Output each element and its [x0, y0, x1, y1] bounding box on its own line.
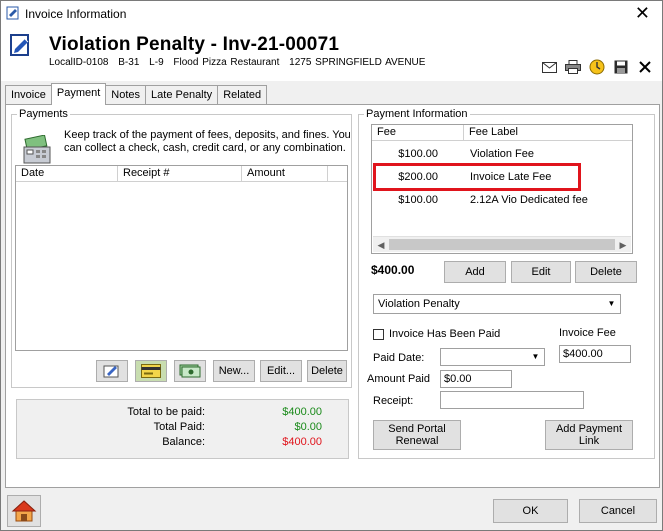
ok-button[interactable]: OK: [493, 499, 568, 523]
total-to-be-paid-value: $400.00: [282, 406, 322, 418]
invoice-subtitle: LocalID-0108 B-31 L-9 Flood Pizza Restau…: [49, 57, 431, 68]
payments-description: Keep track of the payment of fees, depos…: [64, 129, 351, 154]
balance-label: Balance:: [162, 436, 205, 448]
add-fee-button[interactable]: Add: [444, 261, 506, 283]
total-paid-label: Total Paid:: [153, 421, 205, 433]
save-icon[interactable]: [612, 58, 630, 76]
invoice-window: Invoice Information ✕ Violation Penalty …: [0, 0, 663, 531]
clock-icon[interactable]: [588, 58, 606, 76]
page-title: Violation Penalty - Inv-21-00071: [49, 34, 340, 55]
header-toolbar: [540, 58, 654, 76]
payments-list[interactable]: Date Receipt # Amount: [15, 165, 348, 351]
payments-list-header: Date Receipt # Amount: [16, 166, 347, 182]
fee-amount: $100.00: [398, 194, 438, 206]
fee-row-3[interactable]: $100.00 2.12A Vio Dedicated fee: [372, 189, 630, 211]
tab-payment[interactable]: Payment: [50, 83, 107, 105]
app-icon: [6, 6, 19, 20]
payment-tab-panel: Payments Keep track of the payment of fe…: [5, 104, 660, 488]
tab-strip: Invoice Payment Notes Late Penalty Relat…: [5, 83, 268, 105]
send-portal-renewal-button[interactable]: Send Portal Renewal: [373, 420, 461, 450]
lot-code: L-9: [149, 57, 164, 68]
cancel-button[interactable]: Cancel: [579, 499, 657, 523]
delete-payment-button[interactable]: Delete: [307, 360, 347, 382]
add-payment-link-button[interactable]: Add Payment Link: [545, 420, 633, 450]
window-close-icon[interactable]: ✕: [635, 3, 650, 23]
check-payment-button[interactable]: [96, 360, 128, 382]
close-icon[interactable]: [636, 58, 654, 76]
edit-fee-button[interactable]: Edit: [511, 261, 571, 283]
business-address: 1275 SPRINGFIELD AVENUE: [289, 57, 426, 68]
paid-date-label: Paid Date:: [373, 352, 425, 364]
total-paid-row: Total Paid: $0.00: [17, 421, 350, 435]
block-code: B-31: [118, 57, 140, 68]
title-bar: Invoice Information ✕: [1, 1, 662, 27]
cash-register-icon: [23, 135, 51, 164]
receipt-label: Receipt:: [373, 395, 414, 407]
fee-row-highlight: [373, 163, 581, 191]
payment-information-label: Payment Information: [364, 108, 470, 120]
total-to-be-paid-label: Total to be paid:: [127, 406, 205, 418]
paid-date-picker[interactable]: ▼: [440, 348, 545, 366]
invoice-paid-checkbox[interactable]: [373, 329, 384, 340]
column-receipt[interactable]: Receipt #: [118, 166, 242, 181]
total-to-be-paid-row: Total to be paid: $400.00: [17, 406, 350, 420]
scroll-right-icon[interactable]: ▶: [616, 238, 630, 252]
column-date[interactable]: Date: [16, 166, 118, 181]
balance-row: Balance: $400.00: [17, 436, 350, 450]
fee-total: $400.00: [371, 263, 415, 277]
payment-information-group: Payment Information Fee Fee Label $100.0…: [358, 108, 655, 459]
receipt-field[interactable]: [440, 391, 584, 409]
tab-related[interactable]: Related: [217, 85, 268, 105]
edit-payment-button[interactable]: Edit...: [260, 360, 302, 382]
fee-list-header: Fee Fee Label: [372, 125, 632, 141]
edit-document-icon: [10, 34, 29, 56]
invoice-type-value: Violation Penalty: [378, 298, 460, 310]
delete-fee-button[interactable]: Delete: [575, 261, 637, 283]
chevron-down-icon[interactable]: ▼: [528, 350, 543, 364]
amount-paid-label: Amount Paid: [367, 373, 430, 385]
payments-group-label: Payments: [17, 108, 70, 120]
tab-invoice[interactable]: Invoice: [5, 85, 52, 105]
tab-late-penalty[interactable]: Late Penalty: [145, 85, 219, 105]
scrollbar-thumb[interactable]: [389, 239, 615, 250]
amount-paid-field[interactable]: $0.00: [440, 370, 512, 388]
invoice-paid-label: Invoice Has Been Paid: [389, 328, 501, 340]
fee-list-hscrollbar[interactable]: ◀ ▶: [373, 236, 631, 252]
cash-icon: [179, 364, 201, 378]
window-title: Invoice Information: [25, 7, 127, 21]
column-fee[interactable]: Fee: [372, 125, 464, 140]
fee-label: 2.12A Vio Dedicated fee: [470, 194, 588, 206]
credit-card-payment-button[interactable]: [135, 360, 167, 382]
fee-list[interactable]: Fee Fee Label $100.00 Violation Fee $200…: [371, 124, 633, 254]
home-icon: [11, 500, 37, 522]
invoice-fee-label: Invoice Fee: [559, 327, 616, 339]
local-id: LocalID-0108: [49, 57, 109, 68]
envelope-icon[interactable]: [540, 58, 558, 76]
chevron-down-icon[interactable]: ▼: [604, 296, 619, 312]
total-paid-value: $0.00: [294, 421, 322, 433]
balance-value: $400.00: [282, 436, 322, 448]
new-payment-button[interactable]: New...: [213, 360, 255, 382]
column-amount[interactable]: Amount: [242, 166, 328, 181]
tab-notes[interactable]: Notes: [105, 85, 147, 105]
printer-icon[interactable]: [564, 58, 582, 76]
fee-row-1[interactable]: $100.00 Violation Fee: [372, 143, 630, 165]
fee-label: Violation Fee: [470, 148, 535, 160]
column-fee-label[interactable]: Fee Label: [464, 125, 632, 140]
home-button[interactable]: [7, 495, 41, 527]
invoice-type-select[interactable]: Violation Penalty ▼: [373, 294, 621, 314]
payments-group: Payments Keep track of the payment of fe…: [11, 108, 352, 388]
totals-panel: Total to be paid: $400.00 Total Paid: $0…: [16, 399, 349, 459]
fee-amount: $100.00: [398, 148, 438, 160]
cash-payment-button[interactable]: [174, 360, 206, 382]
invoice-fee-field[interactable]: $400.00: [559, 345, 631, 363]
business-name: Flood Pizza Restaurant: [173, 57, 280, 68]
credit-card-icon: [141, 364, 161, 378]
check-icon: [103, 365, 119, 378]
scroll-left-icon[interactable]: ◀: [374, 238, 388, 252]
invoice-header: Violation Penalty - Inv-21-00071 LocalID…: [1, 27, 662, 81]
